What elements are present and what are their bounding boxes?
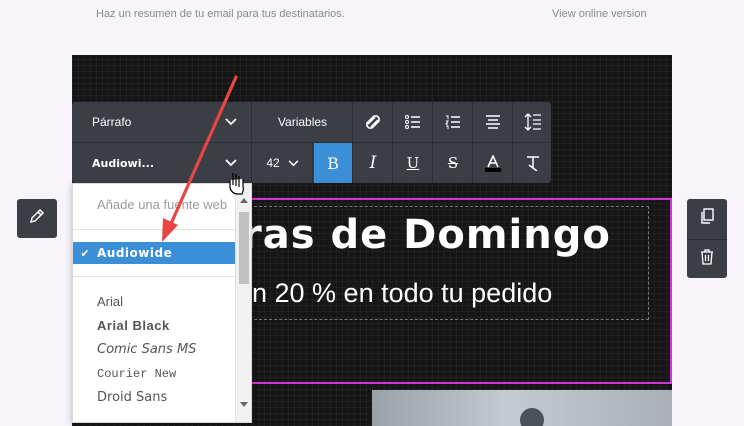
chevron-down-icon <box>225 118 237 126</box>
variables-button[interactable]: Variables <box>253 102 353 142</box>
dropdown-scrollbar[interactable] <box>235 184 251 422</box>
product-image[interactable] <box>372 390 672 426</box>
font-option-comic-sans[interactable]: Comic Sans MS <box>97 342 196 357</box>
clear-format-button[interactable] <box>514 143 551 183</box>
toolbar-row-2: Audiowi... 42 B I U S <box>72 143 551 183</box>
underline-button[interactable]: U <box>394 143 433 183</box>
variables-label: Variables <box>277 115 328 129</box>
font-size-label: 42 <box>266 156 280 170</box>
bullet-list-icon <box>405 115 421 129</box>
toolbar-row-1: Párrafo Variables <box>72 102 551 142</box>
italic-icon: I <box>369 153 377 173</box>
align-icon <box>485 115 501 129</box>
block-actions <box>687 199 727 278</box>
font-family-select[interactable]: Audiowi... <box>72 143 252 183</box>
dropdown-separator <box>73 276 237 277</box>
align-button[interactable] <box>474 102 513 142</box>
bold-button[interactable]: B <box>314 143 353 183</box>
block-format-label: Párrafo <box>92 115 132 129</box>
chevron-down-icon <box>288 159 299 167</box>
scrollbar-thumb[interactable] <box>239 212 249 284</box>
edit-block-button[interactable] <box>17 199 57 238</box>
headline-text[interactable]: ras de Domingo <box>242 212 611 258</box>
trash-icon <box>700 248 714 270</box>
strikethrough-button[interactable]: S <box>434 143 473 183</box>
font-size-select[interactable]: 42 <box>253 143 313 183</box>
numbered-list-button[interactable] <box>434 102 473 142</box>
strikethrough-icon: S <box>447 154 459 172</box>
font-dropdown-menu: Añade una fuente web ✔ Audiowide Arial A… <box>72 183 252 423</box>
subline-text[interactable]: n 20 % en todo tu pedido <box>252 278 552 309</box>
checkmark-icon: ✔ <box>80 247 90 260</box>
font-option-arial[interactable]: Arial <box>97 294 123 309</box>
font-option-courier-new[interactable]: Courier New <box>97 367 176 381</box>
link-button[interactable] <box>354 102 393 142</box>
text-color-icon <box>485 154 501 172</box>
block-format-select[interactable]: Párrafo <box>72 102 252 142</box>
text-formatting-toolbar: Párrafo Variables Audiowi... 42 B I U S <box>72 102 551 183</box>
text-color-button[interactable] <box>474 143 513 183</box>
font-option-arial-black[interactable]: Arial Black <box>97 318 170 333</box>
underline-icon: U <box>406 154 420 172</box>
font-option-selected[interactable]: ✔ Audiowide <box>73 242 236 264</box>
line-height-button[interactable] <box>514 102 551 142</box>
link-icon <box>365 114 381 130</box>
scroll-down-icon[interactable] <box>240 402 248 407</box>
copy-icon <box>700 208 714 229</box>
pencil-icon <box>29 208 45 229</box>
scroll-up-icon[interactable] <box>240 198 248 203</box>
bold-icon: B <box>327 153 339 173</box>
dropdown-separator <box>73 229 237 230</box>
image-figure <box>520 408 544 426</box>
font-option-selected-label: Audiowide <box>97 246 173 260</box>
font-option-droid-sans[interactable]: Droid Sans <box>97 390 167 405</box>
numbered-list-icon <box>445 115 461 129</box>
chevron-down-icon <box>225 159 237 167</box>
view-online-link[interactable]: View online version <box>552 8 647 20</box>
bullet-list-button[interactable] <box>394 102 433 142</box>
italic-button[interactable]: I <box>354 143 393 183</box>
line-height-icon <box>524 113 542 131</box>
clear-format-icon <box>525 155 541 171</box>
web-font-option[interactable]: Añade una fuente web <box>97 197 227 212</box>
duplicate-button[interactable] <box>687 199 727 238</box>
font-family-label: Audiowi... <box>92 156 155 170</box>
preheader-text: Haz un resumen de tu email para tus dest… <box>96 8 345 20</box>
delete-button[interactable] <box>687 239 727 278</box>
